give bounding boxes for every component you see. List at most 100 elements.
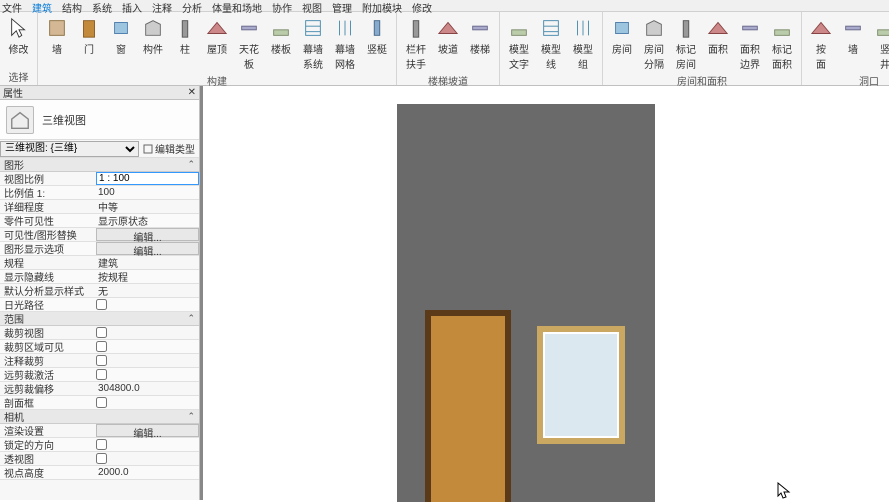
property-edit-button[interactable]: 编辑... (96, 242, 199, 255)
tool-icon (873, 16, 889, 40)
property-checkbox[interactable] (96, 453, 107, 464)
property-row: 规程建筑 (0, 256, 199, 270)
tool-icon (237, 16, 261, 40)
property-checkbox[interactable] (96, 439, 107, 450)
close-icon[interactable]: ✕ (188, 87, 196, 98)
circulation-group: 栏杆扶手坡道楼梯 楼梯坡道 (397, 12, 500, 85)
tool-icon (301, 16, 325, 40)
tool-icon (77, 16, 101, 40)
property-row: 裁剪视图 (0, 326, 199, 340)
property-row: 显示隐藏线按规程 (0, 270, 199, 284)
properties-title: 属性 (3, 85, 23, 100)
wall-element[interactable] (397, 104, 655, 502)
ribbon-button[interactable]: 模型线 (536, 14, 566, 73)
tool-icon (269, 16, 293, 40)
view-type-label: 三维视图 (42, 112, 86, 128)
ribbon-button[interactable]: 墙 (838, 14, 868, 58)
door-element[interactable] (425, 310, 511, 502)
ribbon-button[interactable]: 窗 (106, 14, 136, 58)
property-row: 视点高度2000.0 (0, 466, 199, 480)
ribbon-button[interactable]: 标记房间 (671, 14, 701, 73)
type-selector[interactable]: 三维视图 (0, 100, 199, 140)
ribbon-button[interactable]: 按面 (806, 14, 836, 73)
ribbon-button[interactable]: 构件 (138, 14, 168, 58)
tool-icon (706, 16, 730, 40)
property-checkbox[interactable] (96, 397, 107, 408)
tool-icon (571, 16, 595, 40)
property-section-header[interactable]: 相机⌃ (0, 410, 199, 424)
ribbon-button[interactable]: 标记面积 (767, 14, 797, 73)
tool-icon (205, 16, 229, 40)
ribbon-button[interactable]: 竖井 (870, 14, 889, 73)
ribbon-button[interactable]: 门 (74, 14, 104, 58)
property-row: 详细程度中等 (0, 200, 199, 214)
property-section-header[interactable]: 图形⌃ (0, 158, 199, 172)
ribbon-button[interactable]: 幕墙网格 (330, 14, 360, 73)
room-group: 房间房间分隔标记房间面积面积边界标记面积 房间和面积 (603, 12, 802, 85)
modify-button[interactable]: 修改 (4, 14, 34, 58)
ribbon: 修改 选择 墙门窗构件柱屋顶天花板楼板幕墙系统幕墙网格竖梃 构建 栏杆扶手坡道楼… (0, 12, 889, 86)
property-checkbox[interactable] (96, 341, 107, 352)
ribbon-button[interactable]: 房间 (607, 14, 637, 58)
tool-icon (507, 16, 531, 40)
property-row: 零件可见性显示原状态 (0, 214, 199, 228)
properties-header: 属性 ✕ (0, 86, 199, 100)
build-group: 墙门窗构件柱屋顶天花板楼板幕墙系统幕墙网格竖梃 构建 (38, 12, 397, 85)
ribbon-button[interactable]: 屋顶 (202, 14, 232, 58)
tool-icon (333, 16, 357, 40)
ribbon-button[interactable]: 模型文字 (504, 14, 534, 73)
edit-type-button[interactable]: 编辑类型 (139, 141, 199, 156)
tool-icon (173, 16, 197, 40)
ribbon-button[interactable]: 楼梯 (465, 14, 495, 58)
property-checkbox[interactable] (96, 355, 107, 366)
cursor-icon (7, 16, 31, 40)
property-checkbox[interactable] (96, 369, 107, 380)
property-edit-button[interactable]: 编辑... (96, 424, 199, 437)
ribbon-button[interactable]: 模型组 (568, 14, 598, 73)
instance-selector[interactable]: 三维视图: {三维} (0, 141, 139, 157)
property-input[interactable] (96, 172, 199, 185)
property-row: 锁定的方向 (0, 438, 199, 452)
ribbon-button[interactable]: 面积边界 (735, 14, 765, 73)
ribbon-button[interactable]: 面积 (703, 14, 733, 58)
property-row: 可见性/图形替换编辑... (0, 228, 199, 242)
tool-icon (365, 16, 389, 40)
property-row: 默认分析显示样式无 (0, 284, 199, 298)
ribbon-button[interactable]: 墙 (42, 14, 72, 58)
property-row: 透视图 (0, 452, 199, 466)
property-edit-button[interactable]: 编辑... (96, 228, 199, 241)
property-row: 渲染设置编辑... (0, 424, 199, 438)
ribbon-button[interactable]: 房间分隔 (639, 14, 669, 73)
property-checkbox[interactable] (96, 299, 107, 310)
tool-icon (610, 16, 634, 40)
tool-icon (642, 16, 666, 40)
tool-icon (809, 16, 833, 40)
house-icon (6, 106, 34, 134)
viewport[interactable] (200, 86, 889, 500)
opening-group: 按面墙竖井老虎窗 洞口 (802, 12, 889, 85)
ribbon-button[interactable]: 栏杆扶手 (401, 14, 431, 73)
cursor-pointer-icon (777, 482, 791, 500)
properties-panel: 属性 ✕ 三维视图 三维视图: {三维} 编辑类型 图形⌃视图比例比例值 1:1… (0, 86, 200, 500)
menubar: 文件建筑结构系统插入注释分析体量和场地协作视图管理附加模块修改 (0, 0, 889, 12)
ribbon-button[interactable]: 幕墙系统 (298, 14, 328, 73)
ribbon-button[interactable]: 竖梃 (362, 14, 392, 58)
property-row: 远剪裁激活 (0, 368, 199, 382)
tool-icon (841, 16, 865, 40)
tool-icon (539, 16, 563, 40)
ribbon-button[interactable]: 天花板 (234, 14, 264, 73)
tool-icon (738, 16, 762, 40)
window-element[interactable] (537, 326, 625, 444)
property-row: 剖面框 (0, 396, 199, 410)
ribbon-button[interactable]: 楼板 (266, 14, 296, 58)
property-row: 裁剪区域可见 (0, 340, 199, 354)
property-checkbox[interactable] (96, 327, 107, 338)
tool-icon (109, 16, 133, 40)
property-row: 比例值 1:100 (0, 186, 199, 200)
ribbon-button[interactable]: 坡道 (433, 14, 463, 58)
model-group: 模型文字模型线模型组 (500, 12, 603, 85)
property-section-header[interactable]: 范围⌃ (0, 312, 199, 326)
ribbon-button[interactable]: 柱 (170, 14, 200, 58)
tool-icon (674, 16, 698, 40)
property-row: 图形显示选项编辑... (0, 242, 199, 256)
